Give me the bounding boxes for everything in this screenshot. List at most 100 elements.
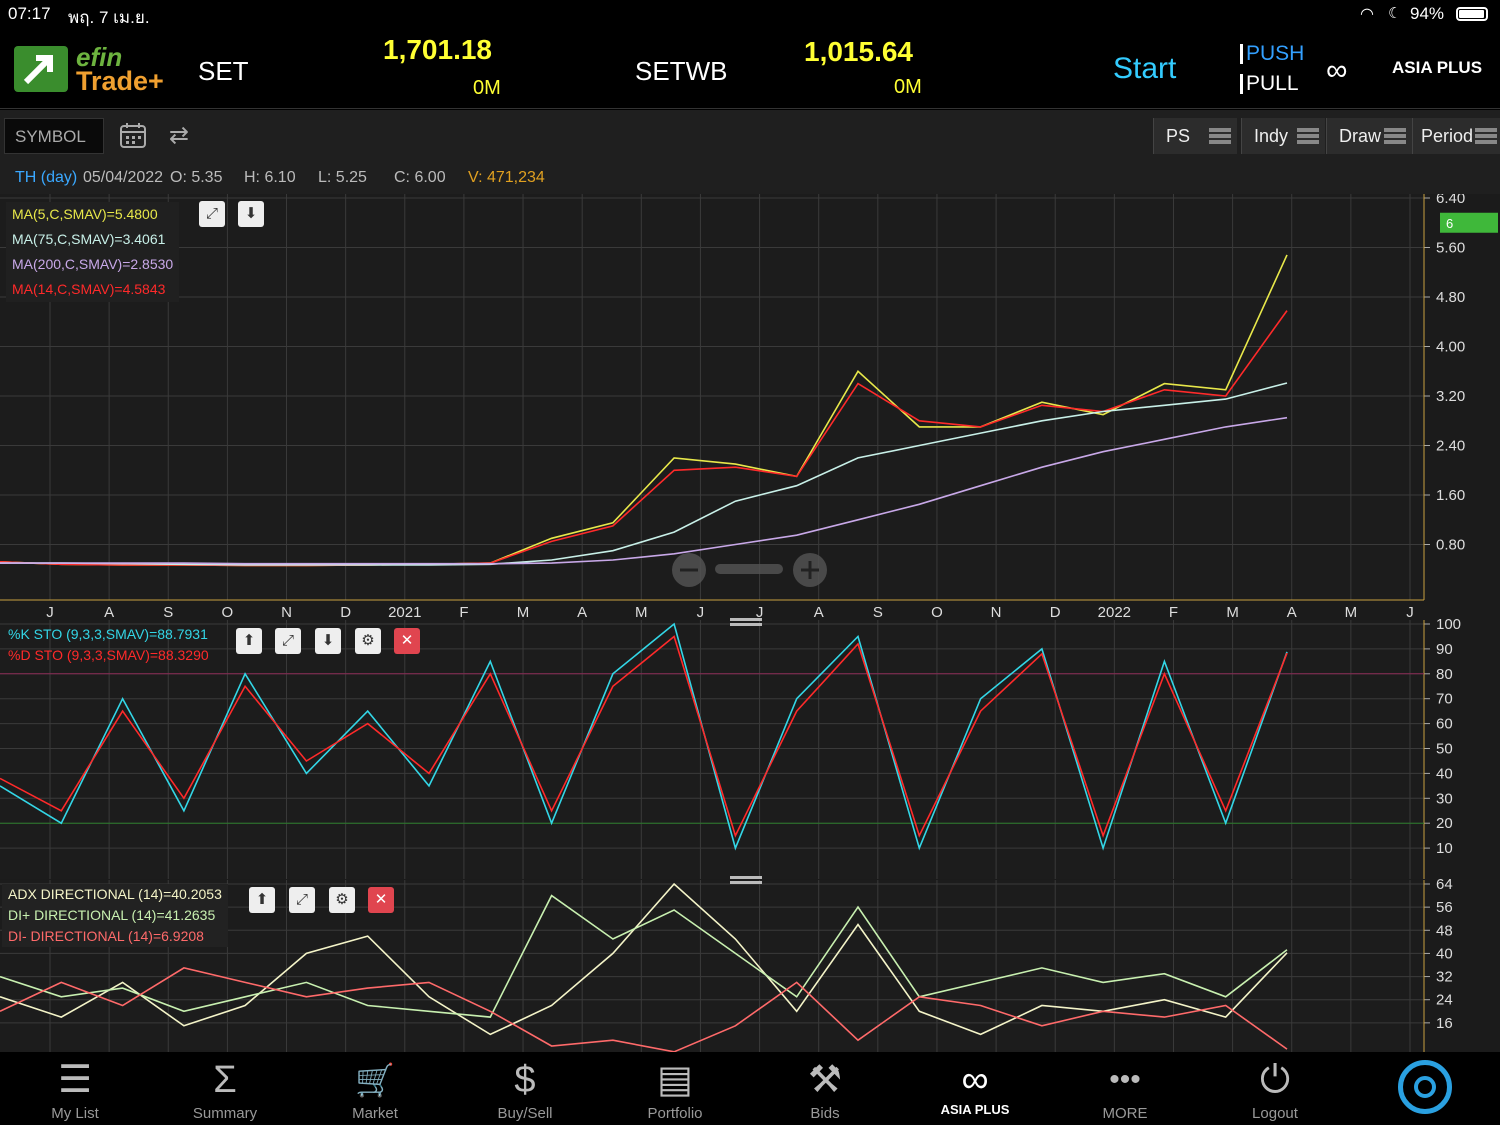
- settings-icon[interactable]: ⚙: [355, 628, 381, 654]
- x-tick-label: O: [931, 604, 943, 621]
- y-tick-label: 40: [1436, 945, 1453, 962]
- x-tick-label: N: [281, 604, 292, 621]
- nav-more[interactable]: ••• MORE: [1050, 1052, 1200, 1125]
- nav-label: Logout: [1252, 1105, 1298, 1122]
- y-tick-label: 3.20: [1436, 388, 1465, 405]
- y-tick-label: 90: [1436, 641, 1453, 658]
- move-down-icon[interactable]: ⬇: [315, 628, 341, 654]
- price-legend: MA(5,C,SMAV)=5.4800 MA(75,C,SMAV)=3.4061…: [6, 202, 180, 302]
- x-tick-label: A: [577, 604, 587, 621]
- nav-market[interactable]: 🛒 Market: [300, 1052, 450, 1125]
- battery-icon: [1456, 7, 1488, 21]
- stochastic-legend: %K STO (9,3,3,SMAV)=88.7931 %D STO (9,3,…: [2, 624, 215, 666]
- menu-icon: [1209, 128, 1231, 144]
- x-tick-label: N: [991, 604, 1002, 621]
- app-header: efin Trade+ SET 1,701.18 0M SETWB 1,015.…: [0, 30, 1500, 109]
- symbol-input[interactable]: SYMBOL: [4, 118, 104, 154]
- start-button[interactable]: Start: [1113, 52, 1176, 86]
- cart-icon: 🛒: [355, 1062, 395, 1098]
- y-tick-label: 20: [1436, 815, 1453, 832]
- panel-resize-handle: [730, 881, 762, 884]
- push-button[interactable]: PUSH: [1240, 43, 1304, 64]
- y-tick-label: 56: [1436, 899, 1453, 916]
- menu-icon: [1475, 128, 1497, 144]
- nav-bids[interactable]: ⚒ Bids: [750, 1052, 900, 1125]
- low-value: L: 5.25: [318, 169, 367, 186]
- nav-label: Summary: [192, 1105, 258, 1122]
- close-icon[interactable]: ✕: [394, 628, 420, 654]
- y-tick-label: 50: [1436, 741, 1453, 758]
- period-button[interactable]: Period: [1412, 118, 1500, 154]
- chart-area[interactable]: 6.40 5.60 4.80 4.00 3.20 2.40 1.60 0.80 100 90 80 7…: [0, 190, 1500, 1053]
- expand-icon[interactable]: ⤢: [289, 887, 315, 913]
- bottom-nav: ☰ My List Σ Summary 🛒 Market $ Buy/Sell ▤ Por…: [0, 1052, 1500, 1125]
- x-tick-label: F: [459, 604, 468, 621]
- status-bar: 07:17 พฤ. 7 เม.ย. ◠ ☾ 94%: [0, 0, 1500, 30]
- legend-ma200: MA(200,C,SMAV)=2.8530: [12, 256, 174, 272]
- nav-label: MORE: [1102, 1105, 1148, 1122]
- x-tick-label: 2021: [388, 604, 421, 621]
- setwb-index-volume: 0M: [894, 76, 922, 98]
- y-tick-label: 2.40: [1436, 438, 1465, 455]
- pull-button[interactable]: PULL: [1240, 73, 1299, 94]
- settings-icon[interactable]: ⚙: [329, 887, 355, 913]
- x-tick-label: S: [873, 604, 883, 621]
- nav-summary[interactable]: Σ Summary: [150, 1052, 300, 1125]
- nav-asia-plus[interactable]: ∞ ASIA PLUS: [900, 1052, 1050, 1125]
- move-up-icon[interactable]: ⬆: [236, 628, 262, 654]
- status-time: 07:17: [8, 4, 51, 23]
- nav-buy-sell[interactable]: $ Buy/Sell: [450, 1052, 600, 1125]
- asiaplus-logo-icon: ∞: [1326, 54, 1348, 87]
- y-tick-label: 64: [1436, 876, 1453, 893]
- portfolio-icon: ▤: [657, 1059, 693, 1101]
- brand-bottom: Trade+: [76, 66, 164, 96]
- x-tick-label: D: [340, 604, 351, 621]
- legend-ma75: MA(75,C,SMAV)=3.4061: [12, 231, 166, 247]
- expand-icon[interactable]: ⤢: [275, 628, 301, 654]
- assistive-touch-icon[interactable]: [1398, 1060, 1452, 1114]
- refresh-icon[interactable]: ⇄: [163, 120, 195, 152]
- nav-my-list[interactable]: ☰ My List: [0, 1052, 150, 1125]
- ps-button[interactable]: PS: [1153, 118, 1237, 154]
- more-icon: •••: [1109, 1063, 1141, 1096]
- y-tick-label: 24: [1436, 992, 1453, 1009]
- sigma-icon: Σ: [213, 1059, 237, 1101]
- close-icon[interactable]: ✕: [368, 887, 394, 913]
- status-date: พฤ. 7 เม.ย.: [68, 8, 150, 27]
- ohlc-info-bar: TH (day) 05/04/2022 O: 5.35 H: 6.10 L: 5…: [0, 162, 1500, 194]
- period-label: Period: [1421, 126, 1474, 146]
- nav-label: My List: [51, 1105, 99, 1122]
- x-tick-label: M: [1345, 604, 1358, 621]
- setwb-index-value: 1,015.64: [804, 36, 913, 67]
- set-index-label[interactable]: SET: [198, 56, 249, 87]
- y-tick-label: 4.80: [1436, 289, 1465, 306]
- x-tick-label: A: [1287, 604, 1297, 621]
- setwb-index-label[interactable]: SETWB: [635, 56, 727, 87]
- indy-button[interactable]: Indy: [1241, 118, 1325, 154]
- draw-button[interactable]: Draw: [1326, 118, 1412, 154]
- set-index-volume: 0M: [473, 77, 501, 99]
- nav-portfolio[interactable]: ▤ Portfolio: [600, 1052, 750, 1125]
- y-tick-label: 80: [1436, 666, 1453, 683]
- x-tick-label: M: [1226, 604, 1239, 621]
- move-up-icon[interactable]: ⬆: [249, 887, 275, 913]
- panel-resize-handle: [730, 876, 762, 879]
- x-tick-label: J: [46, 604, 54, 621]
- x-tick-label: F: [1169, 604, 1178, 621]
- expand-icon[interactable]: ⤢: [199, 201, 225, 227]
- x-tick-label: M: [635, 604, 648, 621]
- broker-name: ASIA PLUS: [1392, 58, 1483, 77]
- nav-logout[interactable]: ⏻ Logout: [1200, 1052, 1350, 1125]
- move-down-icon[interactable]: ⬇: [238, 201, 264, 227]
- calendar-icon[interactable]: [117, 120, 149, 152]
- wifi-icon: ◠: [1360, 6, 1374, 23]
- buy-sell-icon: $: [514, 1059, 536, 1101]
- y-tick-label: 40: [1436, 765, 1453, 782]
- y-tick-label: 30: [1436, 790, 1453, 807]
- legend-d-sto: %D STO (9,3,3,SMAV)=88.3290: [8, 647, 209, 663]
- y-tick-label: 6.40: [1436, 194, 1465, 207]
- y-tick-label: 32: [1436, 969, 1453, 986]
- symbol-period: TH (day): [15, 169, 78, 186]
- nav-label: ASIA PLUS: [940, 1102, 1010, 1117]
- x-tick-label: A: [104, 604, 114, 621]
